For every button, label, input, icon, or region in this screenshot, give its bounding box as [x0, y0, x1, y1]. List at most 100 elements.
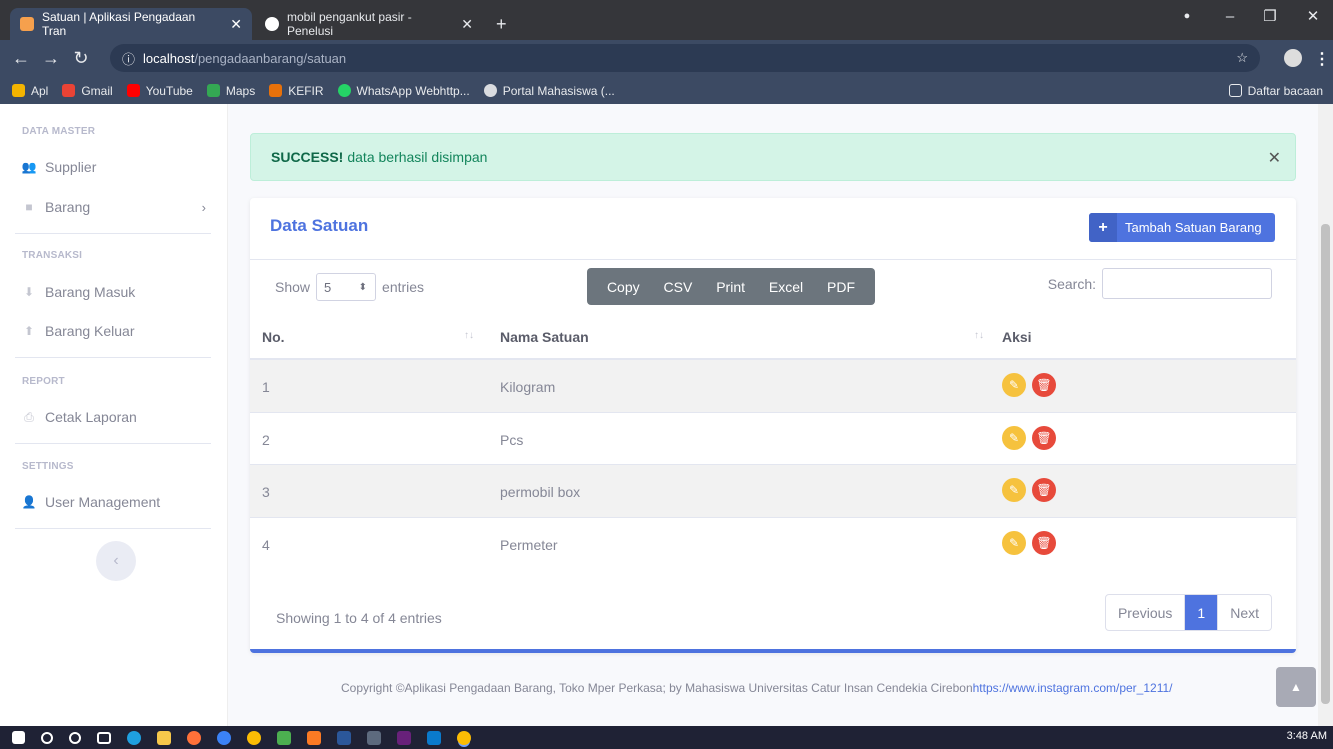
url-bar[interactable]: ⓘ localhost/pengadaanbarang/satuan ☆	[110, 44, 1260, 72]
sort-icon[interactable]: ↑↓	[464, 330, 474, 341]
pagination: Previous 1 Next	[1104, 594, 1272, 631]
copy-button[interactable]: Copy	[607, 279, 640, 295]
row-actions: ✎ 🗑	[1002, 478, 1062, 502]
close-window-icon[interactable]: ✕	[1293, 0, 1333, 32]
whatsapp-icon	[337, 84, 351, 97]
browser-tab[interactable]: mobil pengankut pasir - Penelusi ✕	[255, 8, 483, 40]
sidebar-item-label: Supplier	[45, 159, 97, 175]
search-icon[interactable]	[41, 731, 53, 744]
sidebar-item-label: Cetak Laporan	[45, 409, 137, 425]
file-explorer-icon[interactable]	[157, 730, 171, 745]
menu-icon[interactable]: ⋮	[1314, 49, 1330, 69]
vscode-icon[interactable]	[427, 730, 441, 745]
scrollbar-thumb[interactable]	[1321, 224, 1330, 704]
csv-button[interactable]: CSV	[664, 279, 693, 295]
new-tab-button[interactable]: +	[486, 8, 516, 40]
bookmark-portal[interactable]: Portal Mahasiswa (...	[483, 84, 615, 98]
task-view-icon[interactable]	[97, 731, 111, 744]
firefox-icon[interactable]	[187, 730, 201, 745]
taskbar-clock: 3:48 AM	[1286, 730, 1327, 742]
youtube-icon	[126, 84, 140, 97]
sidebar-item-barang-keluar[interactable]: ⬆ Barang Keluar	[22, 323, 212, 339]
bookmark-kefir[interactable]: KEFIR	[269, 84, 324, 98]
previous-button[interactable]: Previous	[1106, 595, 1186, 630]
windows-start-icon[interactable]	[12, 731, 25, 744]
row-nama-satuan: permobil box	[500, 484, 581, 500]
edit-icon[interactable]: ✎	[1002, 425, 1026, 450]
column-header-no[interactable]: No.	[262, 329, 285, 345]
sidebar-item-user-management[interactable]: 👤 User Management	[22, 494, 212, 510]
next-button[interactable]: Next	[1218, 595, 1271, 630]
card-title: Data Satuan	[270, 216, 369, 235]
xampp-icon[interactable]	[307, 730, 321, 745]
sidebar-item-barang[interactable]: ■ Barang ›	[22, 199, 212, 215]
bookmark-label: Gmail	[81, 83, 113, 98]
git-icon[interactable]	[277, 730, 291, 745]
url-path: /pengadaanbarang/satuan	[194, 50, 347, 66]
edit-icon[interactable]: ✎	[1002, 530, 1026, 555]
sort-icon[interactable]: ↑↓	[974, 330, 984, 341]
notepad-icon[interactable]	[367, 730, 381, 745]
page-scrollbar[interactable]	[1318, 104, 1333, 726]
back-icon[interactable]: ←	[6, 48, 36, 69]
trash-icon[interactable]: 🗑	[1032, 478, 1056, 502]
forward-icon[interactable]: →	[36, 48, 66, 69]
reading-list-button[interactable]: Daftar bacaan	[1228, 84, 1323, 98]
folder-icon: ■	[25, 200, 33, 214]
app-icon[interactable]	[217, 730, 231, 745]
visual-studio-icon[interactable]	[397, 730, 411, 745]
trash-icon[interactable]: 🗑	[1032, 373, 1056, 397]
restore-icon[interactable]: ❐	[1250, 0, 1290, 32]
chrome-active-icon[interactable]	[457, 730, 471, 745]
pdf-button[interactable]: PDF	[827, 279, 855, 295]
close-alert-icon[interactable]: ✕	[1268, 148, 1281, 168]
table-row: 1 Kilogram ✎ 🗑	[250, 360, 1296, 413]
sidebar-toggle-button[interactable]: ‹	[96, 541, 136, 581]
bookmark-youtube[interactable]: YouTube	[126, 84, 193, 98]
excel-button[interactable]: Excel	[769, 279, 803, 295]
search-input[interactable]	[1102, 268, 1272, 299]
trash-icon[interactable]: 🗑	[1032, 530, 1056, 555]
column-header-aksi: Aksi	[1002, 329, 1032, 345]
apps-grid-icon	[12, 84, 25, 97]
page-1-button[interactable]: 1	[1185, 595, 1219, 630]
close-tab-icon[interactable]: ✕	[453, 16, 473, 33]
sidebar-item-supplier[interactable]: 👥 Supplier	[22, 159, 212, 175]
user-plus-icon: 👤	[21, 495, 37, 509]
bookmark-gmail[interactable]: Gmail	[62, 83, 113, 98]
trash-icon[interactable]: 🗑	[1032, 425, 1056, 450]
scroll-to-top-button[interactable]: ▲	[1276, 667, 1316, 707]
browser-tab-active[interactable]: Satuan | Aplikasi Pengadaan Tran ✕	[10, 8, 252, 40]
add-satuan-button[interactable]: + Tambah Satuan Barang	[1089, 213, 1275, 242]
chrome-icon[interactable]	[247, 730, 261, 745]
edit-icon[interactable]: ✎	[1002, 373, 1026, 397]
sidebar-item-label: User Management	[45, 494, 161, 510]
column-header-nama-satuan[interactable]: Nama Satuan	[500, 329, 589, 345]
sidebar-item-label: Barang Keluar	[45, 323, 135, 339]
bookmark-whatsapp[interactable]: WhatsApp Webhttp...	[337, 84, 470, 98]
sidebar-item-cetak-laporan[interactable]: ⎙ Cetak Laporan	[22, 409, 212, 425]
cortana-icon[interactable]	[69, 731, 81, 744]
print-icon: ⎙	[24, 409, 34, 424]
search-label: Search:	[1047, 275, 1096, 292]
edit-icon[interactable]: ✎	[1002, 478, 1026, 502]
info-icon[interactable]: ⓘ	[122, 49, 135, 68]
bookmark-star-icon[interactable]: ☆	[1236, 50, 1248, 66]
bookmark-apps[interactable]: Apl	[12, 84, 48, 98]
sidebar-heading-report: REPORT	[22, 376, 65, 387]
edge-icon[interactable]	[127, 730, 141, 745]
chevron-up-icon: ▲	[1290, 680, 1302, 694]
profile-avatar[interactable]	[1284, 49, 1302, 67]
minimize-icon[interactable]: –	[1210, 0, 1250, 32]
word-icon[interactable]	[337, 730, 351, 745]
bookmark-maps[interactable]: Maps	[206, 84, 255, 98]
sidebar-item-barang-masuk[interactable]: ⬇ Barang Masuk	[22, 284, 212, 300]
close-tab-icon[interactable]: ✕	[222, 16, 242, 33]
print-button[interactable]: Print	[716, 279, 745, 295]
reload-icon[interactable]: ↻	[66, 48, 96, 69]
entries-select[interactable]: 5 ⬍	[316, 273, 377, 301]
tab-search-icon[interactable]: ●	[1167, 0, 1207, 32]
row-number: 1	[262, 379, 270, 395]
row-actions: ✎ 🗑	[1002, 373, 1062, 397]
footer-link[interactable]: https://www.instagram.com/per_1211/	[973, 681, 1173, 695]
